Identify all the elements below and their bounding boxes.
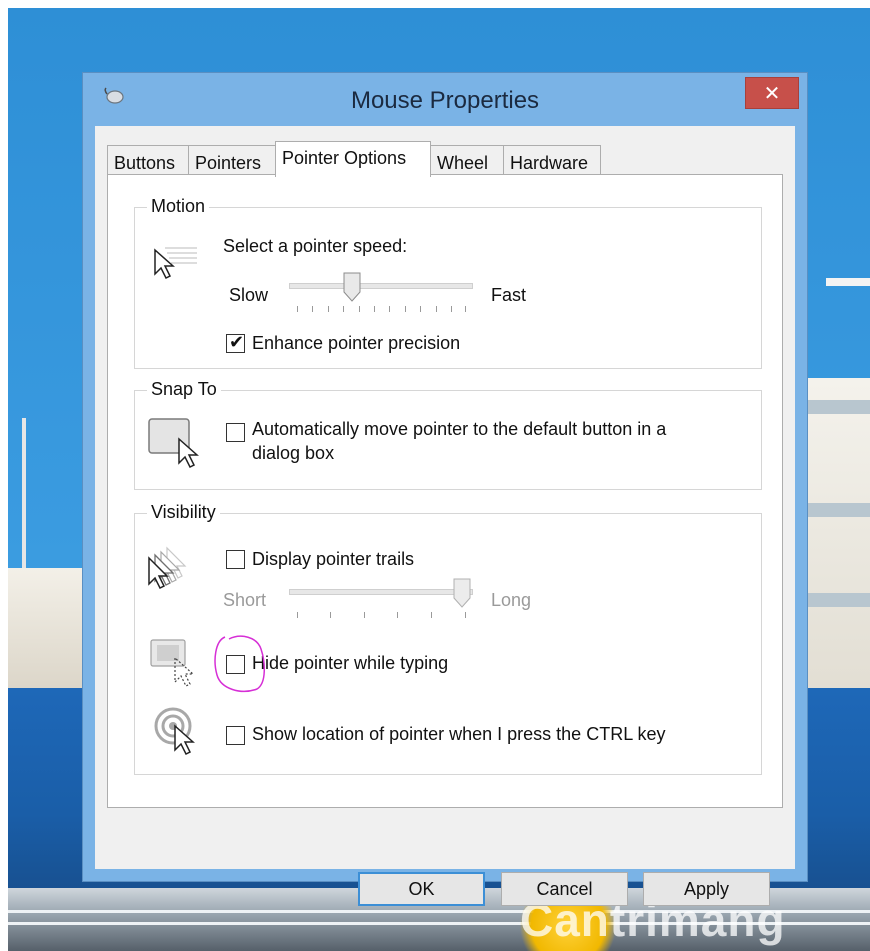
snap-to-group: Snap To Automatically move pointer to th… <box>134 379 762 490</box>
dialog-client-area: Buttons Pointers Pointer Options Wheel H… <box>95 126 795 906</box>
hide-pointer-icon <box>150 639 195 687</box>
show-location-checkbox[interactable] <box>226 726 245 745</box>
close-button[interactable]: ✕ <box>745 77 799 109</box>
auto-move-pointer-label: Automatically move pointer to the defaul… <box>252 419 667 439</box>
tab-buttons[interactable]: Buttons <box>107 145 189 175</box>
ok-button[interactable]: OK <box>358 872 485 906</box>
window-title: Mouse Properties <box>350 87 540 114</box>
show-location-label: Show location of pointer when I press th… <box>252 724 666 744</box>
pointer-options-panel: Motion Select a pointer speed: Slow Fast <box>107 174 783 808</box>
tab-hardware[interactable]: Hardware <box>503 145 601 175</box>
motion-group-label: Motion <box>147 196 210 217</box>
pointer-speed-icon <box>154 247 197 280</box>
pointer-speed-ticks <box>297 306 466 314</box>
fast-label: Fast <box>491 285 527 305</box>
pointer-trails-slider[interactable] <box>289 589 473 595</box>
pointer-speed-slider-thumb[interactable] <box>343 272 361 302</box>
pointer-speed-slider[interactable] <box>289 283 473 289</box>
mouse-properties-window: Mouse Properties ✕ Buttons Pointers Poin… <box>82 72 808 906</box>
background-boat-left <box>8 568 84 688</box>
annotation-circle <box>214 635 265 693</box>
motion-group: Motion Select a pointer speed: Slow Fast <box>134 196 762 369</box>
enhance-precision-label: Enhance pointer precision <box>252 333 461 353</box>
enhance-precision-checkbox[interactable]: ✔ <box>226 332 245 353</box>
snap-to-icon <box>148 418 199 469</box>
cancel-button[interactable]: Cancel <box>501 872 628 906</box>
long-label: Long <box>491 590 532 610</box>
snap-to-group-label: Snap To <box>147 379 221 400</box>
pointer-speed-label: Select a pointer speed: <box>223 236 408 256</box>
pointer-trails-checkbox[interactable] <box>226 550 245 569</box>
visibility-group-label: Visibility <box>147 502 220 523</box>
short-label: Short <box>223 590 267 610</box>
pointer-trails-slider-thumb[interactable] <box>453 578 471 608</box>
pointer-trails-ticks <box>297 612 466 620</box>
tab-wheel[interactable]: Wheel <box>430 145 504 175</box>
tab-pointers[interactable]: Pointers <box>188 145 276 175</box>
auto-move-pointer-checkbox[interactable] <box>226 423 245 442</box>
tab-pointer-options[interactable]: Pointer Options <box>275 141 431 177</box>
slow-label: Slow <box>229 285 269 305</box>
auto-move-pointer-label-line2: dialog box <box>252 443 335 463</box>
title-bar[interactable]: Mouse Properties ✕ <box>83 73 807 126</box>
apply-button[interactable]: Apply <box>643 872 770 906</box>
hide-pointer-label: Hide pointer while typing <box>252 653 449 673</box>
pointer-trails-label: Display pointer trails <box>252 549 415 569</box>
pointer-trails-icon <box>148 546 187 590</box>
show-location-icon <box>154 707 195 756</box>
background-pole <box>826 278 870 286</box>
background-mast <box>22 418 26 568</box>
checkmark-icon: ✔ <box>229 332 245 352</box>
